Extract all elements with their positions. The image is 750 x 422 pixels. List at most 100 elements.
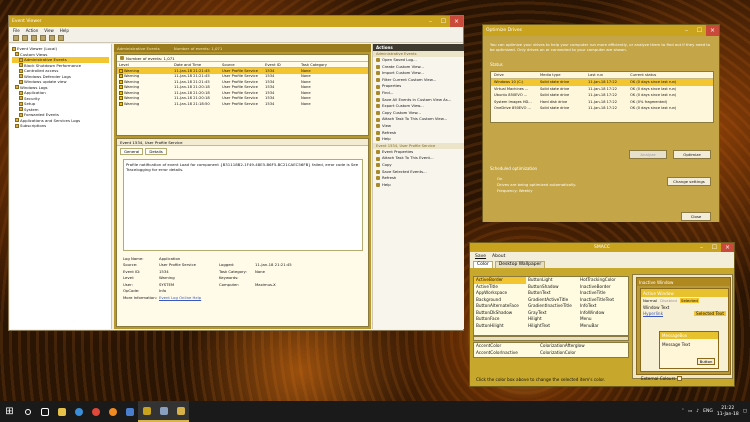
menu-view[interactable]: View <box>44 28 54 33</box>
volume-icon[interactable]: ♪ <box>696 409 699 414</box>
col-source[interactable]: Source <box>222 63 265 67</box>
menu-selected[interactable]: Selected <box>679 298 699 303</box>
action-item[interactable]: Event Properties <box>373 149 464 156</box>
minimize-button[interactable]: – <box>680 25 693 36</box>
tab-details[interactable]: Details <box>145 148 167 155</box>
smacc-taskbar-icon[interactable] <box>172 401 189 422</box>
action-item[interactable]: Copy Custom View... <box>373 110 464 117</box>
network-icon[interactable]: ▭ <box>688 409 692 414</box>
table-row[interactable]: OneDrive 850EVO ... Solid state drive 11-J… <box>491 105 713 112</box>
tab-general[interactable]: General <box>120 148 144 155</box>
clock[interactable]: 21:22 11-Jan-18 <box>717 406 739 417</box>
close-button[interactable]: × <box>450 16 463 27</box>
close-button[interactable]: × <box>706 25 719 36</box>
action-item[interactable]: Save All Events in Custom View As... <box>373 97 464 104</box>
action-item[interactable]: Open Saved Log... <box>373 57 464 64</box>
action-item[interactable]: Filter Current Custom View... <box>373 77 464 84</box>
messagebox-title[interactable]: MessageBox <box>660 332 718 339</box>
chrome-icon[interactable] <box>87 401 104 422</box>
tree-item[interactable]: Subscriptions <box>12 123 109 129</box>
action-item[interactable]: Export Custom View... <box>373 103 464 110</box>
menu-file[interactable]: File <box>13 28 20 33</box>
color-item[interactable]: ColorizationColor <box>540 350 620 357</box>
table-row[interactable]: Warning 11-Jan-18 21:20:18 User Profile Se… <box>117 85 368 91</box>
console-icon[interactable] <box>58 35 64 41</box>
menu-about[interactable]: About <box>492 254 505 259</box>
table-row[interactable]: Warning 11-Jan-18 21:20:18 User Profile Se… <box>117 90 368 96</box>
firefox-icon[interactable] <box>104 401 121 422</box>
minimize-button[interactable]: – <box>424 16 437 27</box>
table-row[interactable]: Warning 11-Jan-18 21:21:45 User Profile Se… <box>117 79 368 85</box>
active-title[interactable]: Active Window <box>641 289 728 297</box>
col-event-id[interactable]: Event ID <box>265 63 301 67</box>
message-text[interactable]: Message Text <box>660 339 718 350</box>
action-item[interactable]: Copy <box>373 162 464 169</box>
notifications-icon[interactable]: ▢ <box>743 409 747 414</box>
action-item[interactable]: Refresh <box>373 175 464 182</box>
mail-icon[interactable] <box>121 401 138 422</box>
col-media[interactable]: Media type <box>540 73 588 77</box>
menu-save[interactable]: Save <box>475 254 486 259</box>
maximize-button[interactable]: ☐ <box>708 243 721 252</box>
col-level[interactable]: Level <box>119 63 174 67</box>
col-drive[interactable]: Drive <box>494 73 540 77</box>
action-item[interactable]: Help <box>373 182 464 189</box>
minimize-button[interactable]: – <box>695 243 708 252</box>
close-dialog-button[interactable]: Close <box>681 212 711 221</box>
inactive-title[interactable]: Inactive Window <box>637 278 730 286</box>
optimize-button[interactable]: Optimize <box>673 150 711 159</box>
maximize-button[interactable]: ☐ <box>437 16 450 27</box>
action-item[interactable]: Import Custom View... <box>373 70 464 77</box>
color-item[interactable]: HilightText <box>526 323 578 330</box>
task-view-icon[interactable] <box>36 401 53 422</box>
hyperlink[interactable]: Hyperlink <box>643 311 663 316</box>
table-row[interactable]: Warning 11-Jan-18 21:21:45 User Profile Se… <box>117 68 368 74</box>
action-item[interactable]: Attach Task To This Custom View... <box>373 116 464 123</box>
up-icon[interactable] <box>31 35 37 41</box>
menu-normal[interactable]: Normal <box>643 298 657 303</box>
col-date[interactable]: Date and Time <box>174 63 222 67</box>
selected-text[interactable]: Selected Text <box>694 311 726 316</box>
tab-desktop-wallpaper[interactable]: Desktop Wallpaper <box>494 261 546 268</box>
action-item[interactable]: Create Custom View... <box>373 64 464 71</box>
action-item[interactable]: Properties <box>373 83 464 90</box>
menu-help[interactable]: Help <box>60 28 69 33</box>
maximize-button[interactable]: ☐ <box>693 25 706 36</box>
table-row[interactable]: Warning 11-Jan-18 21:21:45 User Profile Se… <box>117 74 368 80</box>
windows-start-icon[interactable]: ⊞ <box>0 401 19 422</box>
color-item[interactable]: ButtonHilight <box>474 323 526 330</box>
col-task[interactable]: Task Category <box>301 63 331 67</box>
action-item[interactable]: View <box>373 123 464 130</box>
action-item[interactable]: Save Selected Events... <box>373 169 464 176</box>
tab-color[interactable]: Color <box>473 261 493 268</box>
file-explorer-icon[interactable] <box>53 401 70 422</box>
forward-icon[interactable] <box>22 35 28 41</box>
edge-icon[interactable] <box>70 401 87 422</box>
col-status[interactable]: Current status <box>630 73 718 77</box>
search-icon[interactable] <box>19 401 36 422</box>
external-colours-checkbox[interactable] <box>677 376 683 381</box>
window-text[interactable]: Window Text <box>641 304 728 311</box>
table-row[interactable]: Warning 11-Jan-18 21:18:50 User Profile Se… <box>117 101 368 107</box>
menu-disabled[interactable]: Disabled <box>660 298 677 303</box>
horizontal-scrollbar[interactable] <box>473 336 629 341</box>
online-help-link[interactable]: Event Log Online Help <box>159 295 219 300</box>
action-item[interactable]: Find... <box>373 90 464 97</box>
properties-icon[interactable] <box>40 35 46 41</box>
preview-button[interactable]: Button <box>697 358 715 365</box>
color-item[interactable]: MenuBar <box>578 323 628 330</box>
action-item[interactable]: Attach Task To This Event... <box>373 155 464 162</box>
action-item[interactable]: Refresh <box>373 130 464 137</box>
action-item[interactable]: Help <box>373 136 464 143</box>
chevron-up-icon[interactable]: ˄ <box>682 409 684 414</box>
close-button[interactable]: × <box>721 243 734 252</box>
defrag-taskbar-icon[interactable] <box>155 401 172 422</box>
color-item[interactable]: AccentColorInactive <box>476 350 540 357</box>
menu-action[interactable]: Action <box>26 28 39 33</box>
table-row[interactable]: Warning 11-Jan-18 21:20:18 User Profile Se… <box>117 96 368 102</box>
change-settings-button[interactable]: Change settings <box>667 177 711 186</box>
back-icon[interactable] <box>13 35 19 41</box>
event-viewer-taskbar-icon[interactable] <box>138 401 155 422</box>
language-indicator[interactable]: ENG <box>703 409 713 414</box>
help-icon[interactable] <box>49 35 55 41</box>
